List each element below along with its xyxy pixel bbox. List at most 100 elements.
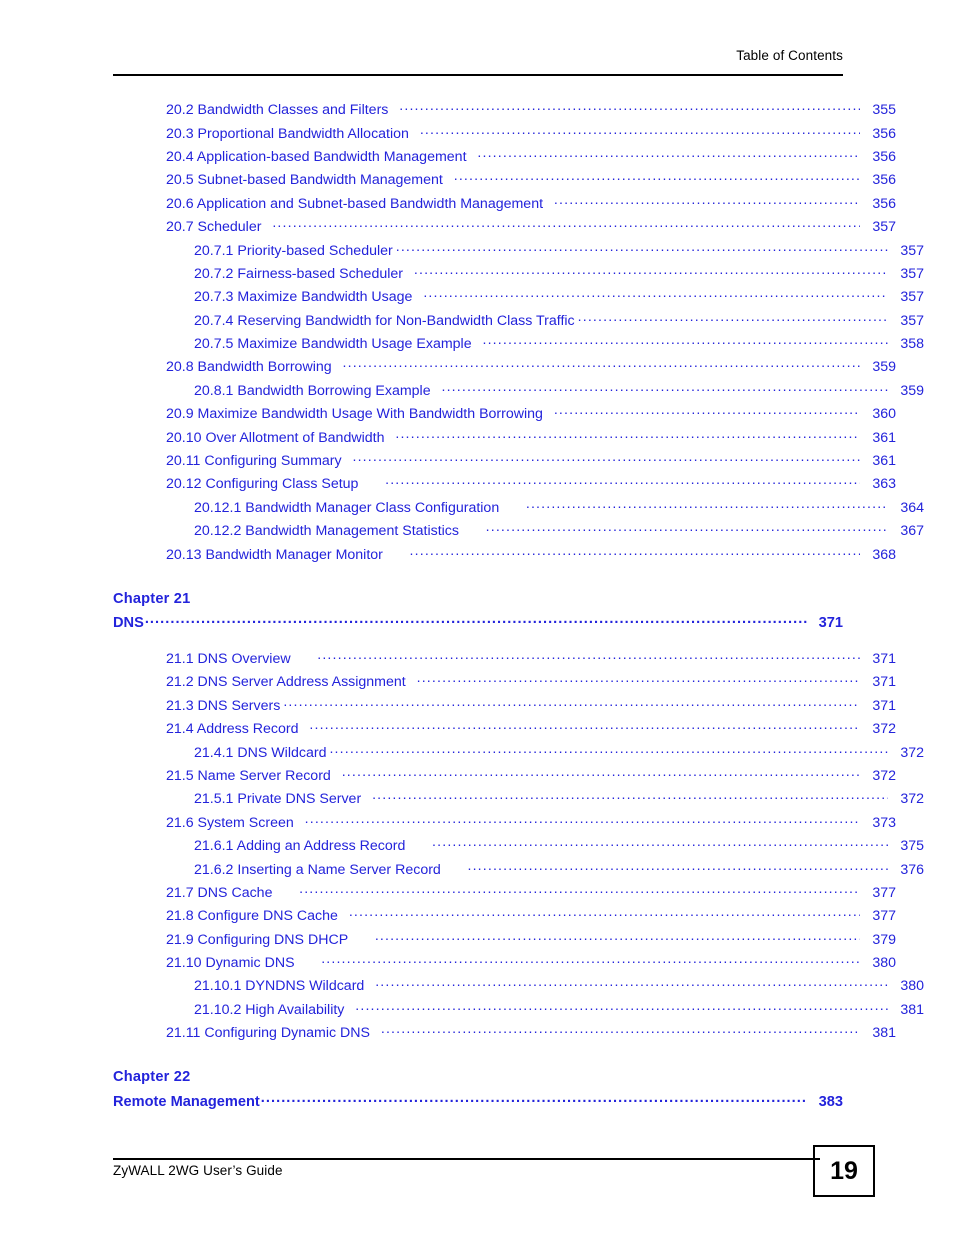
toc-entry[interactable]: 20.6 Application and Subnet-based Bandwi… bbox=[113, 194, 896, 217]
toc-entry-page: 377 bbox=[872, 908, 896, 925]
toc-entry[interactable]: 20.9 Maximize Bandwidth Usage With Bandw… bbox=[113, 404, 896, 427]
toc-entry-page: 355 bbox=[872, 102, 896, 119]
dot-leader bbox=[486, 521, 888, 535]
toc-entry[interactable]: 20.4 Application-based Bandwidth Managem… bbox=[113, 147, 896, 170]
toc-entry[interactable]: 20.7.3 Maximize Bandwidth Usage 357 bbox=[113, 287, 924, 310]
chapter-22-heading[interactable]: Chapter 22 Remote Management 383 bbox=[113, 1069, 843, 1115]
dot-leader bbox=[396, 240, 888, 254]
toc-entry[interactable]: 21.2 DNS Server Address Assignment 371 bbox=[113, 672, 896, 695]
dot-leader bbox=[399, 100, 860, 114]
toc-entry[interactable]: 20.7.2 Fairness-based Scheduler 357 bbox=[113, 264, 924, 287]
chapter-21-page: 371 bbox=[818, 615, 843, 632]
toc-entry[interactable]: 20.10 Over Allotment of Bandwidth 361 bbox=[113, 427, 896, 450]
toc-entry-page: 372 bbox=[872, 721, 896, 738]
toc-entry[interactable]: 21.11 Configuring Dynamic DNS 381 bbox=[113, 1023, 896, 1046]
toc-entry-page: 380 bbox=[900, 978, 924, 995]
dot-leader bbox=[395, 427, 860, 441]
chapter-21-name: DNS bbox=[113, 615, 144, 632]
toc-entry[interactable]: 20.8 Bandwidth Borrowing 359 bbox=[113, 357, 896, 380]
toc-entry[interactable]: 20.12.1 Bandwidth Manager Class Configur… bbox=[113, 498, 924, 521]
toc-entry[interactable]: 20.7.5 Maximize Bandwidth Usage Example 3… bbox=[113, 334, 924, 357]
toc-entry[interactable]: 21.4 Address Record 372 bbox=[113, 719, 896, 742]
toc-entry[interactable]: 21.3 DNS Servers 371 bbox=[113, 696, 896, 719]
dot-leader bbox=[352, 451, 860, 465]
toc-entry[interactable]: 21.6 System Screen 373 bbox=[113, 813, 896, 836]
toc-entry-title: 21.4.1 DNS Wildcard bbox=[194, 744, 327, 761]
toc-entry[interactable]: 21.6.2 Inserting a Name Server Record 376 bbox=[113, 859, 924, 882]
toc-entry-page: 379 bbox=[872, 931, 896, 948]
toc-entry-title: 20.7 Scheduler bbox=[166, 219, 262, 236]
chapter-21-title-line[interactable]: DNS 371 bbox=[113, 613, 843, 637]
dot-leader bbox=[283, 696, 860, 710]
running-header: Table of Contents bbox=[736, 48, 843, 63]
toc-entry[interactable]: 21.5 Name Server Record 372 bbox=[113, 766, 896, 789]
header-rule bbox=[113, 74, 843, 76]
toc-entry[interactable]: 20.13 Bandwidth Manager Monitor 368 bbox=[113, 544, 896, 567]
dot-leader bbox=[342, 766, 860, 780]
toc-entry[interactable]: 21.1 DNS Overview 371 bbox=[113, 649, 896, 672]
dot-leader bbox=[526, 498, 888, 512]
toc-entry[interactable]: 21.9 Configuring DNS DHCP 379 bbox=[113, 930, 896, 953]
table-of-contents: 20.2 Bandwidth Classes and Filters35520.… bbox=[113, 100, 924, 1115]
chapter-21-heading[interactable]: Chapter 21 DNS 371 bbox=[113, 591, 843, 637]
toc-entry-title: 20.12 Configuring Class Setup bbox=[166, 476, 359, 493]
toc-entry-page: 381 bbox=[872, 1025, 896, 1042]
toc-entry[interactable]: 20.7.4 Reserving Bandwidth for Non-Bandw… bbox=[113, 311, 924, 334]
toc-entry-title: 21.1 DNS Overview bbox=[166, 651, 291, 667]
toc-section-chapter-20: 20.2 Bandwidth Classes and Filters35520.… bbox=[113, 100, 924, 568]
toc-entry-page: 359 bbox=[900, 382, 924, 399]
toc-entry[interactable]: 20.2 Bandwidth Classes and Filters 355 bbox=[113, 100, 896, 123]
toc-entry[interactable]: 20.11 Configuring Summary 361 bbox=[113, 451, 896, 474]
toc-entry-title: 20.12.2 Bandwidth Management Statistics bbox=[194, 523, 459, 540]
toc-entry[interactable]: 20.3 Proportional Bandwidth Allocation 35… bbox=[113, 123, 896, 146]
toc-entry[interactable]: 21.10.1 DYNDNS Wildcard 380 bbox=[113, 976, 924, 999]
chapter-22-title-line[interactable]: Remote Management 383 bbox=[113, 1091, 843, 1115]
toc-entry-page: 364 bbox=[900, 499, 924, 516]
dot-leader bbox=[317, 649, 860, 663]
toc-entry-title: 20.8 Bandwidth Borrowing bbox=[166, 359, 332, 376]
toc-entry[interactable]: 20.12.2 Bandwidth Management Statistics 3… bbox=[113, 521, 924, 544]
toc-entry[interactable]: 20.7.1 Priority-based Scheduler 357 bbox=[113, 240, 924, 263]
dot-leader bbox=[261, 1091, 808, 1106]
chapter-22-label: Chapter 22 bbox=[113, 1069, 191, 1086]
toc-entry-page: 375 bbox=[900, 838, 924, 855]
toc-entry-page: 368 bbox=[872, 546, 896, 563]
toc-entry-title: 20.4 Application-based Bandwidth Managem… bbox=[166, 148, 467, 165]
toc-entry[interactable]: 21.5.1 Private DNS Server 372 bbox=[113, 789, 924, 812]
dot-leader bbox=[417, 672, 860, 686]
toc-entry-title: 21.10 Dynamic DNS bbox=[166, 955, 295, 972]
dot-leader bbox=[410, 544, 860, 558]
toc-entry[interactable]: 21.7 DNS Cache 377 bbox=[113, 883, 896, 906]
toc-entry[interactable]: 21.10 Dynamic DNS 380 bbox=[113, 953, 896, 976]
toc-entry-title: 21.10.1 DYNDNS Wildcard bbox=[194, 978, 365, 995]
toc-entry-title: 21.7 DNS Cache bbox=[166, 884, 273, 901]
toc-entry-title: 21.6 System Screen bbox=[166, 814, 294, 831]
toc-entry-page: 367 bbox=[900, 523, 924, 540]
toc-entry[interactable]: 20.7 Scheduler 357 bbox=[113, 217, 896, 240]
dot-leader bbox=[145, 613, 808, 628]
toc-entry-page: 357 bbox=[900, 242, 924, 259]
toc-entry[interactable]: 21.8 Configure DNS Cache 377 bbox=[113, 906, 896, 929]
toc-entry[interactable]: 21.4.1 DNS Wildcard 372 bbox=[113, 742, 924, 765]
toc-entry[interactable]: 20.12 Configuring Class Setup 363 bbox=[113, 474, 896, 497]
toc-entry-title: 21.6.1 Adding an Address Record bbox=[194, 838, 406, 855]
toc-entry-title: 20.7.5 Maximize Bandwidth Usage Example bbox=[194, 336, 472, 353]
toc-entry-page: 363 bbox=[872, 476, 896, 493]
toc-entry-page: 380 bbox=[872, 955, 896, 972]
dot-leader bbox=[305, 813, 860, 827]
toc-entry-page: 371 bbox=[872, 697, 896, 714]
toc-entry-title: 20.2 Bandwidth Classes and Filters bbox=[166, 102, 389, 119]
toc-entry[interactable]: 20.5 Subnet-based Bandwidth Management 35… bbox=[113, 170, 896, 193]
toc-entry-title: 20.7.2 Fairness-based Scheduler bbox=[194, 265, 403, 282]
dot-leader bbox=[309, 719, 860, 733]
dot-leader bbox=[385, 474, 860, 488]
toc-entry[interactable]: 20.8.1 Bandwidth Borrowing Example 359 bbox=[113, 381, 924, 404]
dot-leader bbox=[375, 930, 860, 944]
dot-leader bbox=[349, 906, 860, 920]
toc-entry[interactable]: 21.10.2 High Availability 381 bbox=[113, 1000, 924, 1023]
toc-entry[interactable]: 21.6.1 Adding an Address Record 375 bbox=[113, 836, 924, 859]
toc-entry-title: 21.5.1 Private DNS Server bbox=[194, 791, 362, 808]
dot-leader bbox=[454, 170, 860, 184]
toc-entry-page: 377 bbox=[872, 884, 896, 901]
